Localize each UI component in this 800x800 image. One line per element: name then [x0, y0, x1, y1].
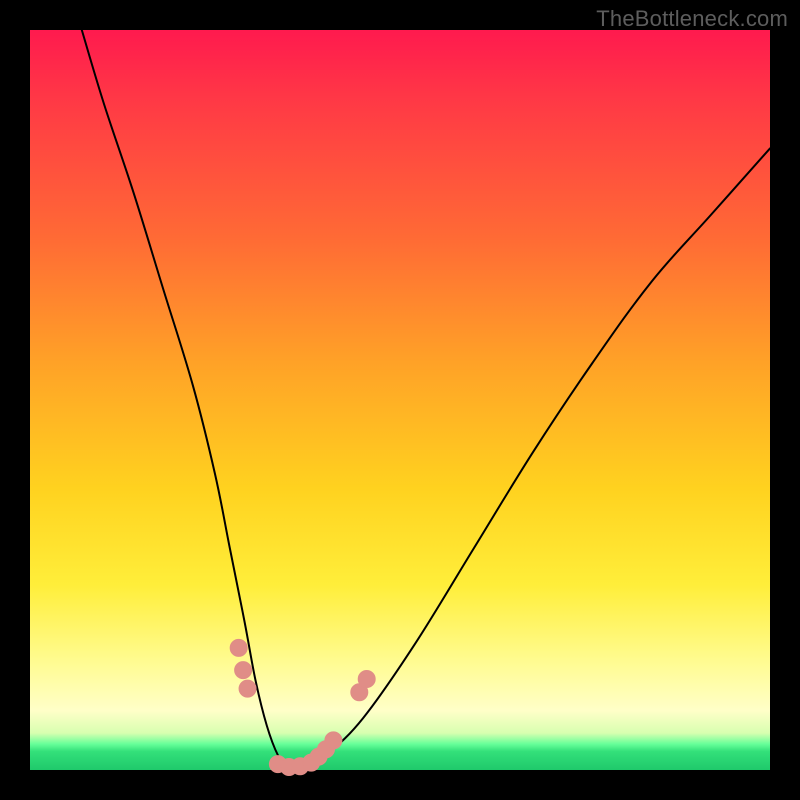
chart-frame: TheBottleneck.com — [0, 0, 800, 800]
bottleneck-curve — [82, 30, 770, 772]
curve-marker — [358, 670, 375, 687]
curve-marker — [235, 662, 252, 679]
curve-marker — [239, 680, 256, 697]
curve-layer — [30, 30, 770, 770]
plot-area — [30, 30, 770, 770]
curve-marker — [325, 732, 342, 749]
curve-marker — [230, 639, 247, 656]
watermark-text: TheBottleneck.com — [596, 6, 788, 32]
